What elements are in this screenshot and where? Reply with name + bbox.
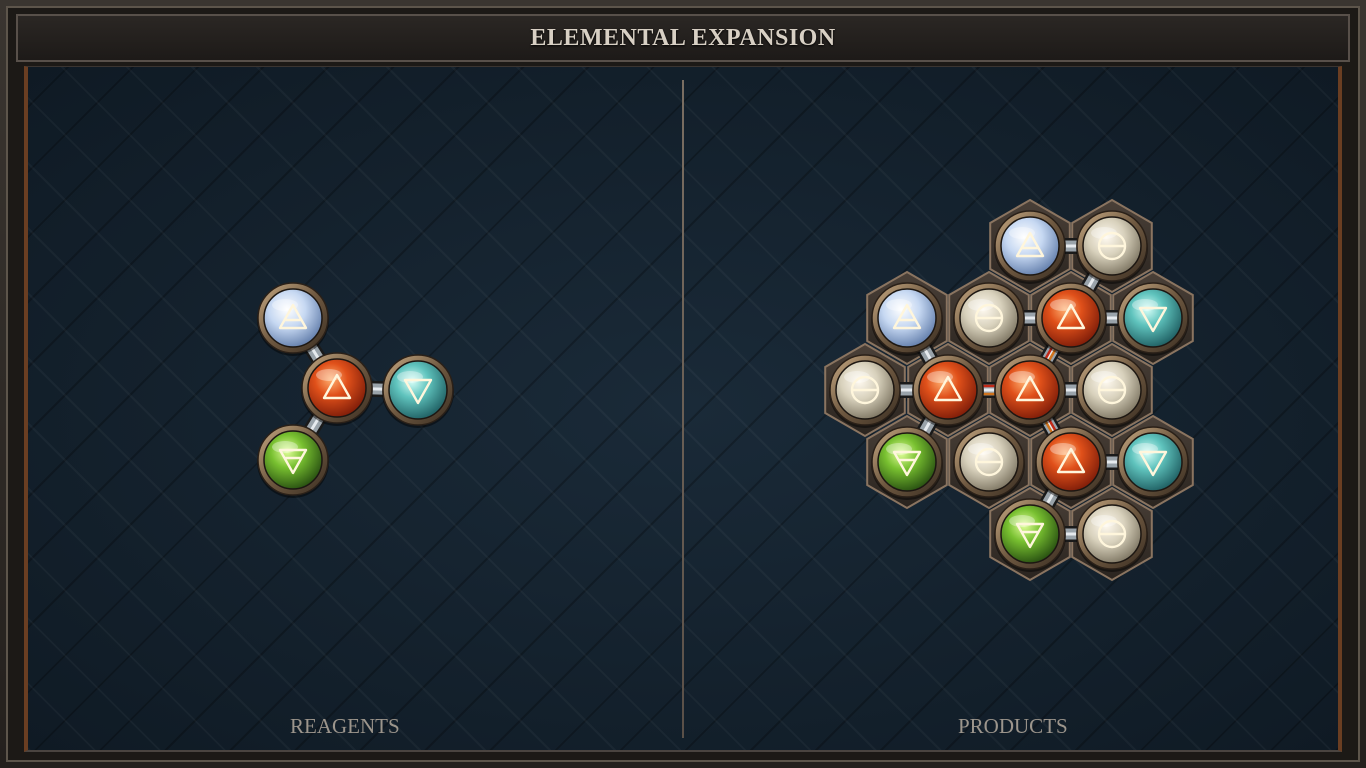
product-atom-fire (1035, 426, 1107, 500)
reagent-atom-water (382, 354, 454, 428)
product-atom-fire (912, 354, 984, 428)
atom-orb (877, 432, 937, 492)
atoms (257, 210, 1189, 572)
products-label: PRODUCTS (958, 714, 1068, 738)
product-atom-salt (1076, 498, 1148, 572)
atom-orb (1000, 216, 1060, 276)
atom-orb (1123, 432, 1183, 492)
product-atom-salt (953, 426, 1025, 500)
product-atom-air (994, 210, 1066, 284)
product-atom-salt (1076, 210, 1148, 284)
product-atom-salt (953, 282, 1025, 356)
atom-orb (918, 360, 978, 420)
atom-orb (1123, 288, 1183, 348)
atom-orb (1041, 288, 1101, 348)
molecule-canvas (257, 198, 1194, 582)
reagent-atom-earth (257, 424, 329, 498)
reagents-label: REAGENTS (290, 714, 400, 738)
atom-orb (388, 360, 448, 420)
atom-orb (1041, 432, 1101, 492)
product-atom-air (871, 282, 943, 356)
product-atom-salt (1076, 354, 1148, 428)
product-atom-fire (1035, 282, 1107, 356)
atom-orb (1000, 504, 1060, 564)
atom-orb (877, 288, 937, 348)
product-atom-earth (994, 498, 1066, 572)
atom-orb (1000, 360, 1060, 420)
product-atom-salt (829, 354, 901, 428)
product-atom-water (1117, 282, 1189, 356)
product-atom-earth (871, 426, 943, 500)
atom-orb (263, 288, 323, 348)
atom-orb (307, 358, 367, 418)
product-atom-fire (994, 354, 1066, 428)
reagent-atom-fire (301, 352, 373, 426)
atom-orb (263, 430, 323, 490)
reagent-atom-air (257, 282, 329, 356)
product-atom-water (1117, 426, 1189, 500)
